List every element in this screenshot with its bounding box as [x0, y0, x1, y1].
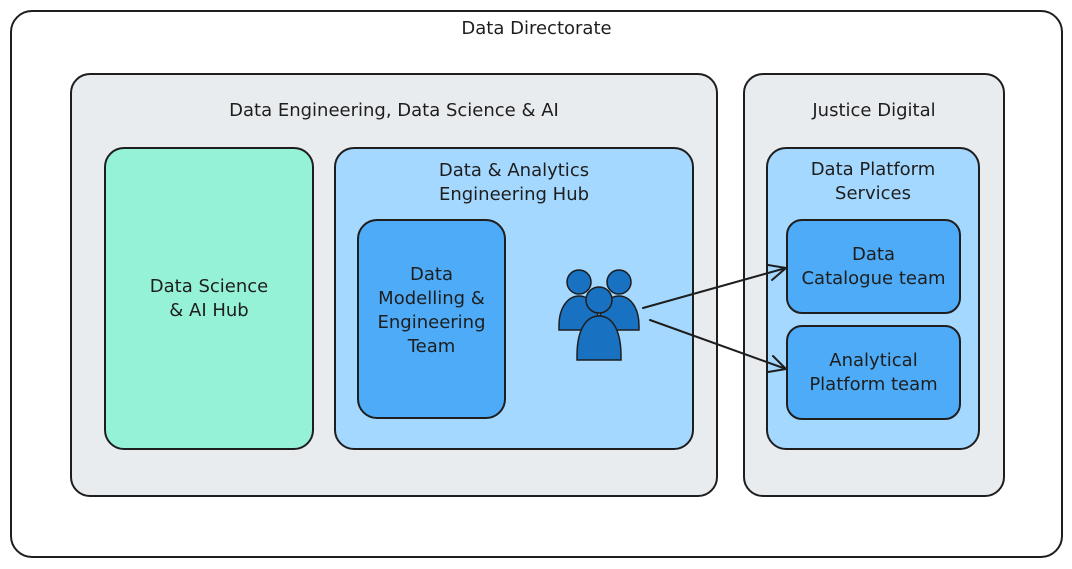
- data-catalogue-team-label: Data Catalogue team: [801, 243, 946, 289]
- analytical-platform-team-label: Analytical Platform team: [809, 349, 938, 395]
- data-analytics-engineering-hub-label: Data & Analytics Engineering Hub: [438, 160, 590, 205]
- justice-digital-title: Justice Digital: [812, 100, 936, 121]
- data-engineering-science-ai-title: Data Engineering, Data Science & AI: [229, 100, 559, 121]
- data-platform-services-label: Data Platform Services: [810, 159, 936, 204]
- data-science-ai-hub: Data Science & AI Hub: [104, 147, 314, 450]
- analytical-platform-team: Analytical Platform team: [786, 325, 961, 420]
- data-science-ai-hub-label: Data Science & AI Hub: [149, 275, 269, 321]
- data-modelling-engineering-team: Data Modelling & Engineering Team: [357, 219, 506, 419]
- data-directorate-title: Data Directorate: [461, 18, 612, 39]
- users-group-icon: [555, 266, 645, 366]
- data-catalogue-team: Data Catalogue team: [786, 219, 961, 314]
- data-modelling-engineering-team-label: Data Modelling & Engineering Team: [377, 264, 486, 357]
